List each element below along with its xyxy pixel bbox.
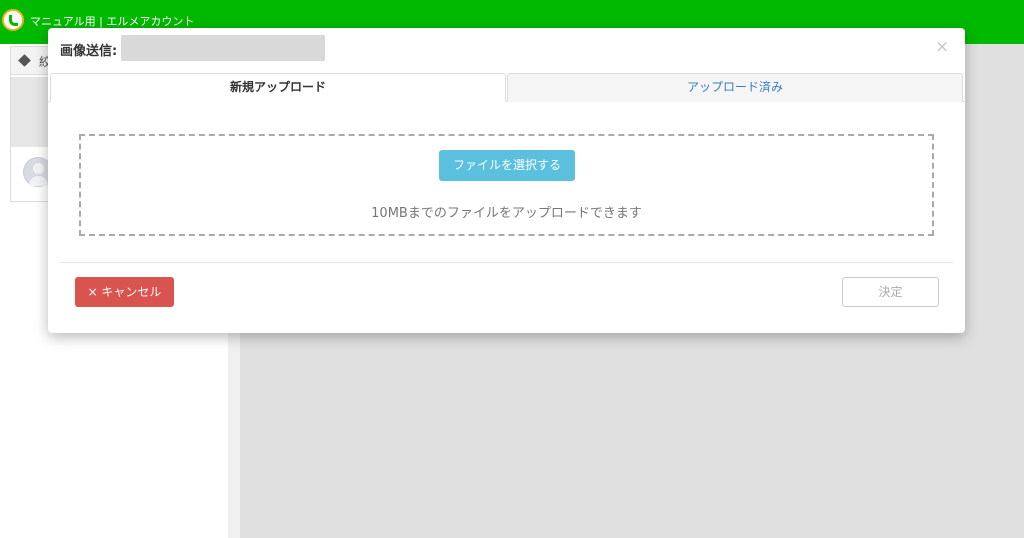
upload-size-hint: 10MBまでのファイルをアップロードできます	[371, 206, 642, 221]
cancel-button[interactable]: × キャンセル	[75, 277, 174, 307]
modal-title: 画像送信:	[60, 44, 118, 59]
upload-tabs: 新規アップロード アップロード済み	[48, 73, 965, 102]
app-logo-icon[interactable]	[2, 9, 24, 31]
app-title: マニュアル用 | エルメアカウント	[30, 15, 195, 28]
confirm-button[interactable]: 決定	[842, 277, 939, 307]
redacted-name-mask	[121, 35, 325, 61]
image-send-modal: 画像送信: × 新規アップロード アップロード済み ファイルを選択する 10MB…	[48, 28, 965, 333]
file-dropzone[interactable]: ファイルを選択する 10MBまでのファイルをアップロードできます	[79, 134, 934, 236]
close-icon[interactable]: ×	[935, 37, 949, 57]
select-file-button[interactable]: ファイルを選択する	[439, 150, 575, 181]
tab-uploaded[interactable]: アップロード済み	[507, 73, 963, 102]
tab-new-upload[interactable]: 新規アップロード	[50, 73, 506, 102]
tag-icon	[18, 54, 31, 67]
footer-divider	[60, 262, 953, 263]
